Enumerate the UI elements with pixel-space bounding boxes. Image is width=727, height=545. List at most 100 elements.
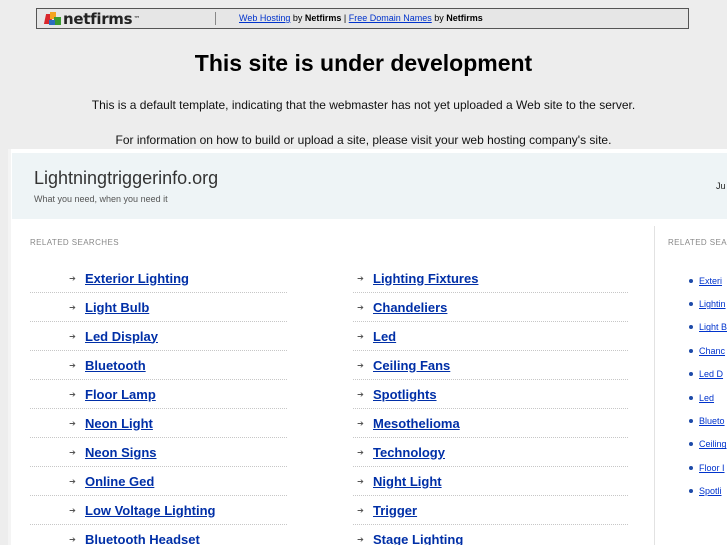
bullet-icon	[689, 372, 693, 377]
arrow-right-icon: ➔	[69, 331, 76, 341]
sidebar-label: RELATED SEA	[668, 238, 727, 247]
arrow-right-icon: ➔	[357, 534, 364, 544]
sidebar-item: Spotli	[689, 480, 727, 503]
sidebar-item: Led D	[689, 363, 727, 386]
bullet-icon	[689, 419, 693, 424]
sidebar-link[interactable]: Chanc	[699, 346, 725, 356]
banner-separator: |	[341, 13, 349, 23]
bullet-icon	[689, 442, 693, 447]
sidebar-link[interactable]: Led D	[699, 369, 723, 379]
related-link[interactable]: Low Voltage Lighting	[85, 503, 215, 518]
sidebar-item: Chanc	[689, 339, 727, 362]
list-item: ➔ Floor Lamp	[30, 380, 287, 409]
sidebar-link[interactable]: Blueto	[699, 416, 725, 426]
related-link[interactable]: Trigger	[373, 503, 417, 518]
sidebar-item: Exteri	[689, 269, 727, 292]
sidebar-link[interactable]: Spotli	[699, 486, 722, 496]
related-link[interactable]: Led	[373, 329, 396, 344]
list-item: ➔ Led	[353, 322, 628, 351]
arrow-right-icon: ➔	[357, 505, 364, 515]
frame-left-edge	[8, 149, 11, 545]
list-item: ➔ Low Voltage Lighting	[30, 496, 287, 525]
column-divider	[654, 226, 655, 545]
arrow-right-icon: ➔	[357, 418, 364, 428]
sidebar-link[interactable]: Light B	[699, 322, 727, 332]
header-right-text: Ju	[716, 181, 726, 191]
arrow-right-icon: ➔	[69, 476, 76, 486]
list-item: ➔ Bluetooth Headset	[30, 525, 287, 545]
list-item: ➔ Exterior Lighting	[30, 264, 287, 293]
arrow-right-icon: ➔	[69, 273, 76, 283]
related-link[interactable]: Neon Signs	[85, 445, 157, 460]
sidebar-link[interactable]: Floor I	[699, 463, 725, 473]
related-link[interactable]: Stage Lighting	[373, 532, 463, 545]
arrow-right-icon: ➔	[357, 302, 364, 312]
arrow-right-icon: ➔	[357, 389, 364, 399]
logo-trademark: ™	[133, 14, 140, 23]
free-domain-names-link[interactable]: Free Domain Names	[349, 13, 432, 23]
arrow-right-icon: ➔	[357, 447, 364, 457]
list-item: ➔ Bluetooth	[30, 351, 287, 380]
sidebar-item: Led	[689, 386, 727, 409]
banner-divider	[215, 12, 216, 25]
web-hosting-link[interactable]: Web Hosting	[239, 13, 290, 23]
arrow-right-icon: ➔	[357, 273, 364, 283]
site-header: Lightningtriggerinfo.org What you need, …	[12, 153, 727, 219]
arrow-right-icon: ➔	[69, 360, 76, 370]
related-link[interactable]: Spotlights	[373, 387, 437, 402]
bullet-icon	[689, 489, 693, 494]
related-link[interactable]: Bluetooth Headset	[85, 532, 200, 545]
related-link[interactable]: Mesothelioma	[373, 416, 460, 431]
sidebar-link[interactable]: Lightin	[699, 299, 726, 309]
related-link[interactable]: Online Ged	[85, 474, 154, 489]
bullet-icon	[689, 302, 693, 307]
bullet-icon	[689, 348, 693, 353]
arrow-right-icon: ➔	[357, 331, 364, 341]
related-link[interactable]: Night Light	[373, 474, 442, 489]
related-link[interactable]: Floor Lamp	[85, 387, 156, 402]
arrow-right-icon: ➔	[357, 360, 364, 370]
sidebar-list: Exteri Lightin Light B Chanc Led D Led B…	[689, 269, 727, 503]
list-item: ➔ Led Display	[30, 322, 287, 351]
list-item: ➔ Night Light	[353, 467, 628, 496]
notice-line-1: This is a default template, indicating t…	[91, 98, 636, 112]
related-link[interactable]: Exterior Lighting	[85, 271, 189, 286]
logo-text: netfirms	[63, 9, 133, 28]
related-link[interactable]: Led Display	[85, 329, 158, 344]
list-item: ➔ Ceiling Fans	[353, 351, 628, 380]
list-item: ➔ Mesothelioma	[353, 409, 628, 438]
sidebar-item: Blueto	[689, 409, 727, 432]
list-item: ➔ Light Bulb	[30, 293, 287, 322]
related-link[interactable]: Light Bulb	[85, 300, 149, 315]
related-link[interactable]: Technology	[373, 445, 445, 460]
sidebar-link[interactable]: Led	[699, 393, 714, 403]
arrow-right-icon: ➔	[357, 476, 364, 486]
netfirms-logo-icon	[43, 11, 61, 26]
related-link[interactable]: Neon Light	[85, 416, 153, 431]
netfirms-banner: netfirms ™ Web Hosting by Netfirms | Free…	[36, 8, 689, 29]
related-link[interactable]: Lighting Fixtures	[373, 271, 478, 286]
arrow-right-icon: ➔	[69, 418, 76, 428]
banner-by-text: by	[290, 13, 305, 23]
list-item: ➔ Lighting Fixtures	[353, 264, 628, 293]
site-name: Lightningtriggerinfo.org	[34, 168, 219, 188]
arrow-right-icon: ➔	[69, 534, 76, 544]
bullet-icon	[689, 395, 693, 400]
notice-line-2: For information on how to build or uploa…	[115, 133, 612, 147]
related-link[interactable]: Ceiling Fans	[373, 358, 450, 373]
related-link[interactable]: Chandeliers	[373, 300, 447, 315]
arrow-right-icon: ➔	[69, 302, 76, 312]
related-link[interactable]: Bluetooth	[85, 358, 146, 373]
bullet-icon	[689, 465, 693, 470]
sidebar-link[interactable]: Ceiling	[699, 439, 727, 449]
sidebar-link[interactable]: Exteri	[699, 276, 722, 286]
arrow-right-icon: ➔	[69, 447, 76, 457]
bullet-icon	[689, 278, 693, 283]
banner-brand: Netfirms	[304, 13, 342, 23]
list-item: ➔ Online Ged	[30, 467, 287, 496]
arrow-right-icon: ➔	[69, 505, 76, 515]
sidebar-item: Floor I	[689, 456, 727, 479]
netfirms-logo[interactable]: netfirms ™	[43, 9, 140, 28]
page-title: This site is under development	[194, 50, 533, 76]
list-item: ➔ Trigger	[353, 496, 628, 525]
